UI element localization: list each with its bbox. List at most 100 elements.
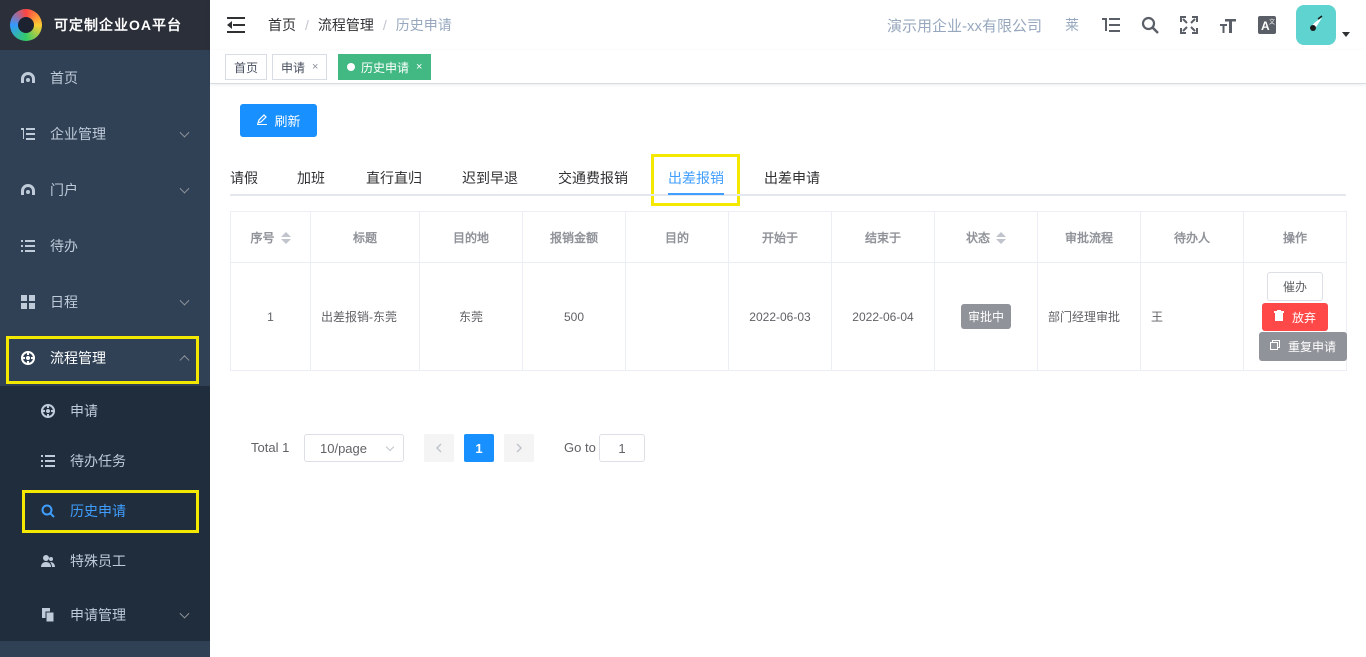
process-icon [40,403,56,419]
chevron-down-icon [385,442,395,452]
tab-trip-reimburse[interactable]: 出差报销 [668,168,724,188]
sidebar-subitem-label: 申请管理 [70,607,126,623]
tags-view: 首页 申请 × 历史申请 × [210,50,1366,84]
tab-direct-trip[interactable]: 直行直归 [366,168,422,188]
sidebar-item-enterprise[interactable]: 企业管理 [0,106,210,162]
cell-index: 1 [230,262,311,371]
tabs: 请假 加班 直行直归 迟到早退 交通费报销 出差报销 出差申请 [230,158,1346,196]
tab-leave[interactable]: 请假 [230,168,258,188]
cell-purpose [625,262,729,371]
refresh-label: 刷新 [274,114,301,129]
fullscreen-icon[interactable] [1179,15,1199,35]
sort-icon[interactable] [996,232,1006,245]
sidebar-subitem-label: 待办任务 [70,453,126,469]
prev-page-button[interactable] [424,434,454,462]
hamburger-icon[interactable] [227,17,245,33]
grid-icon [20,294,36,310]
cell-title: 出差报销-东莞 [310,262,420,371]
page-size-select[interactable]: 10/page [304,434,404,462]
tab-overtime[interactable]: 加班 [297,168,325,188]
page-size-value: 10/page [320,440,367,456]
table-row: 1 出差报销-东莞 东莞 500 2022-06-03 2022-06-04 审… [230,262,1347,371]
cell-start: 2022-06-03 [728,262,832,371]
caret-down-icon[interactable] [1342,31,1350,37]
col-start: 开始于 [728,211,832,263]
col-title: 标题 [310,211,420,263]
repeat-apply-label: 重复申请 [1287,340,1336,354]
navbar: 首页 / 流程管理 / 历史申请 演示用企业-xx有限公司 莱 A文 [210,0,1366,50]
active-dot-icon [347,63,355,71]
col-end: 结束于 [831,211,935,263]
dashboard-icon [20,70,36,86]
translate-icon[interactable]: A文 [1257,15,1277,35]
sidebar-subitem-label: 申请 [70,403,98,419]
sidebar-item-label: 首页 [50,70,78,86]
urge-label: 催办 [1282,280,1307,294]
tab-late-early[interactable]: 迟到早退 [462,168,518,188]
tab-trip-apply[interactable]: 出差申请 [764,168,820,188]
app-title: 可定制企业OA平台 [54,17,182,33]
tag-home[interactable]: 首页 [225,54,268,80]
tag-label: 首页 [234,60,259,75]
dashboard-icon [20,182,36,198]
sidebar-item-todo[interactable]: 待办 [0,218,210,274]
cell-destination: 东莞 [419,262,523,371]
col-ops: 操作 [1243,211,1347,263]
goto-input[interactable]: 1 [599,434,645,462]
goto-value: 1 [618,440,626,456]
table-header-row: 序号 标题 目的地 报销金额 目的 开始于 结束于 状态 审批流程 待办人 操作 [230,211,1347,263]
refresh-button[interactable]: 刷新 [240,104,317,137]
close-icon[interactable]: × [312,61,318,73]
tab-active-indicator [668,193,724,195]
col-index[interactable]: 序号 [230,211,311,263]
sidebar-item-home[interactable]: 首页 [0,50,210,106]
sidebar-subitem-apply[interactable]: 申请 [0,386,210,436]
abandon-button[interactable]: 放弃 [1262,303,1328,331]
sidebar-item-label: 待办 [50,238,78,254]
sidebar-subitem-label: 历史申请 [70,503,126,519]
sidebar-item-process[interactable]: 流程管理 [0,330,210,386]
next-page-button[interactable] [504,434,534,462]
chevron-down-icon [179,608,190,619]
sidebar-subitem-history[interactable]: 历史申请 [0,486,210,536]
history-table: 序号 标题 目的地 报销金额 目的 开始于 结束于 状态 审批流程 待办人 操作… [230,211,1347,371]
user-name[interactable]: 莱 [1062,15,1082,35]
col-flow: 审批流程 [1037,211,1141,263]
tab-transport-reimburse[interactable]: 交通费报销 [558,168,628,188]
process-icon [20,350,36,366]
chevron-down-icon [179,183,190,194]
page-number-current[interactable]: 1 [464,434,494,462]
documents-icon [40,607,56,623]
repeat-apply-button[interactable]: 重复申请 [1259,332,1347,361]
breadcrumb-home[interactable]: 首页 [268,15,296,35]
sidebar-item-schedule[interactable]: 日程 [0,274,210,330]
status-badge: 审批中 [960,304,1011,329]
logo-area[interactable]: 可定制企业OA平台 [0,0,210,50]
list-icon [40,453,56,469]
sidebar-subitem-apply-manage[interactable]: 申请管理 [0,589,210,641]
sort-icon[interactable] [280,232,291,245]
urge-button[interactable]: 催办 [1267,272,1323,301]
sidebar-subitem-todo-tasks[interactable]: 待办任务 [0,436,210,486]
font-size-icon[interactable] [1218,15,1238,35]
cell-ops: 催办 放弃 重复申请 [1243,262,1347,371]
search-icon [40,503,56,519]
sidebar-item-portal[interactable]: 门户 [0,162,210,218]
menu-tree-icon[interactable] [1101,15,1121,35]
sidebar-subitem-special-staff[interactable]: 特殊员工 [0,536,210,586]
col-amount: 报销金额 [522,211,626,263]
sidebar-item-label: 流程管理 [50,350,106,366]
right-menu: 演示用企业-xx有限公司 莱 A文 [887,0,1366,50]
col-status[interactable]: 状态 [934,211,1038,263]
cell-status: 审批中 [934,262,1038,371]
copy-icon [1269,340,1280,353]
avatar[interactable] [1296,5,1336,45]
close-icon[interactable]: × [416,61,422,73]
tag-apply[interactable]: 申请 × [272,54,328,80]
breadcrumb-separator: / [382,17,387,33]
breadcrumb-current: 历史申请 [395,17,452,33]
tag-history[interactable]: 历史申请 × [338,54,432,80]
breadcrumb-process[interactable]: 流程管理 [318,15,374,35]
edit-icon [256,113,268,128]
search-icon[interactable] [1140,15,1160,35]
